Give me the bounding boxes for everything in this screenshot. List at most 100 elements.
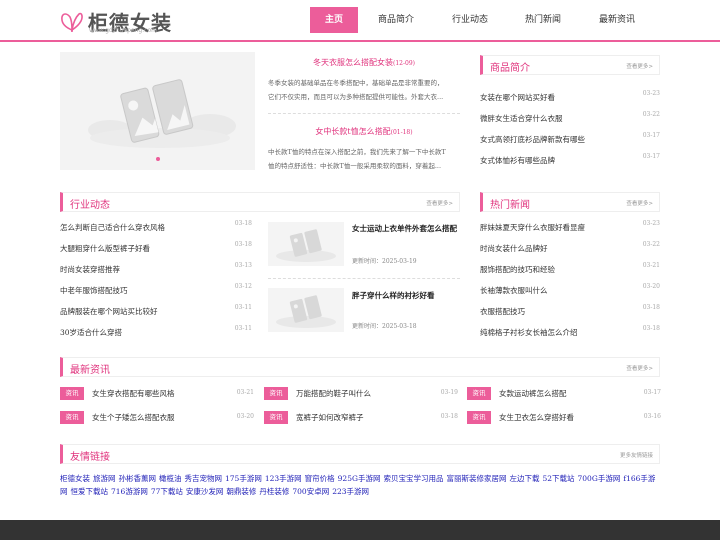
broken-image-icon — [88, 79, 236, 148]
friend-link[interactable]: 窗帘价格 — [305, 474, 335, 483]
broken-image-icon — [276, 229, 336, 262]
news-tag[interactable]: 资讯 — [264, 411, 288, 424]
industry-header: 行业动态 查看更多> — [60, 192, 460, 212]
nav-industry[interactable]: 行业动态 — [434, 7, 506, 33]
friend-link[interactable]: 700G手游网 — [578, 474, 621, 483]
article-title[interactable]: 女士运动上衣单件外套怎么搭配 — [352, 222, 460, 235]
friend-link[interactable]: 旅游网 — [93, 474, 116, 483]
list-item[interactable]: 微胖女生适合穿什么衣服 03-22 — [480, 108, 660, 129]
butterfly-icon — [61, 12, 83, 32]
news-tag[interactable]: 资讯 — [60, 387, 84, 400]
news-tag[interactable]: 资讯 — [467, 411, 491, 424]
section-title: 友情链接 — [70, 452, 110, 463]
nav-home[interactable]: 主页 — [310, 7, 358, 33]
more-link[interactable]: 查看更多> — [626, 62, 653, 70]
friend-link[interactable]: 925G手游网 — [338, 474, 381, 483]
news-tag[interactable]: 资讯 — [467, 387, 491, 400]
friend-link[interactable]: 橄榄油 — [159, 474, 182, 483]
friend-link[interactable]: 富丽斯装修家居网 — [446, 474, 506, 483]
friend-link[interactable]: 77下载站 — [151, 487, 183, 496]
feature-article[interactable]: 冬天衣服怎么搭配女装(12-09) 冬季女装的基础单品在冬季搭配中，基础单品是非… — [268, 57, 460, 104]
news-item[interactable]: 资讯 女款运动裤怎么搭配 03-17 — [467, 387, 661, 400]
section-title: 商品简介 — [490, 63, 530, 74]
news-date: 03-20 — [236, 413, 254, 420]
friend-link[interactable]: 朝鼎装修 — [226, 487, 256, 496]
news-item[interactable]: 资讯 女生卫衣怎么穿搭好看 03-16 — [467, 411, 661, 424]
list-item[interactable]: 衣服搭配技巧 03-18 — [480, 301, 660, 322]
friend-links-header: 友情链接 更多友情链接 — [60, 444, 660, 464]
feature-title[interactable]: 女中长款t恤怎么搭配(01-18) — [268, 126, 460, 137]
friend-link[interactable]: 700安卓网 — [292, 487, 329, 496]
article-title[interactable]: 胖子穿什么样的衬衫好看 — [352, 289, 460, 302]
nav-products[interactable]: 商品简介 — [358, 7, 434, 33]
site-url: www.gdzhuopeng.com — [89, 27, 157, 34]
news-title[interactable]: 万能搭配的鞋子叫什么 — [296, 388, 371, 399]
news-item[interactable]: 资讯 女生个子矮怎么搭配衣服 03-20 — [60, 411, 254, 424]
more-link[interactable]: 查看更多> — [626, 199, 653, 207]
friend-link[interactable]: 索贝宝宝学习用品 — [383, 474, 443, 483]
friend-link[interactable]: 孙彬香薰网 — [119, 474, 157, 483]
list-item[interactable]: 中老年服饰搭配技巧 03-12 — [60, 280, 252, 301]
news-date: 03-16 — [643, 413, 661, 420]
friend-link[interactable]: 柜德女装 — [60, 474, 90, 483]
friend-link[interactable]: 123手游网 — [265, 474, 302, 483]
news-date: 03-19 — [440, 389, 458, 396]
list-item[interactable]: 30岁适合什么穿搭 03-11 — [60, 322, 252, 343]
friend-link[interactable]: 秀吉宠物网 — [185, 474, 223, 483]
divider — [268, 113, 460, 114]
feature-article[interactable]: 女中长款t恤怎么搭配(01-18) 中长款T恤的特点在深入搭配之前，我们先来了解… — [268, 126, 460, 173]
list-item[interactable]: 服饰搭配的技巧和经验 03-21 — [480, 259, 660, 280]
feature-desc: 冬季女装的基础单品在冬季搭配中，基础单品是非常重要的， 它们不仅实用，而且可以为多… — [268, 79, 444, 101]
news-item[interactable]: 资讯 万能搭配的鞋子叫什么 03-19 — [264, 387, 458, 400]
friend-link[interactable]: 716游游网 — [111, 487, 148, 496]
news-date: 03-21 — [236, 389, 254, 396]
list-item[interactable]: 时尚女装什么品牌好 03-22 — [480, 238, 660, 259]
list-item[interactable]: 品牌服装在哪个网站买比较好 03-11 — [60, 301, 252, 322]
more-link[interactable]: 查看更多> — [626, 364, 653, 372]
hot-news-header: 热门新闻 查看更多> — [480, 192, 660, 212]
article-thumbnail[interactable] — [268, 288, 344, 332]
news-tag[interactable]: 资讯 — [60, 411, 84, 424]
friend-link[interactable]: 52下载站 — [542, 474, 574, 483]
list-item[interactable]: 大腿粗穿什么版型裤子好看 03-18 — [60, 238, 252, 259]
article-thumbnail[interactable] — [268, 222, 344, 266]
latest-header: 最新资讯 查看更多> — [60, 357, 660, 377]
friend-link[interactable]: 丹桂装修 — [259, 487, 289, 496]
news-tag[interactable]: 资讯 — [264, 387, 288, 400]
list-item[interactable]: 怎么判断自己适合什么穿衣风格 03-18 — [60, 217, 252, 238]
section-title: 热门新闻 — [490, 200, 530, 211]
news-title[interactable]: 女款运动裤怎么搭配 — [499, 388, 567, 399]
more-link[interactable]: 查看更多> — [426, 199, 453, 207]
news-item[interactable]: 资讯 宽裤子如何改窄裤子 03-18 — [264, 411, 458, 424]
news-title[interactable]: 女生个子矮怎么搭配衣服 — [92, 412, 175, 423]
friend-link[interactable]: 恒爱下载站 — [71, 487, 109, 496]
industry-list: 怎么判断自己适合什么穿衣风格 03-18 大腿粗穿什么版型裤子好看 03-18 时尚… — [60, 217, 252, 343]
image-slider[interactable] — [60, 52, 255, 170]
friend-link[interactable]: 左边下载 — [509, 474, 539, 483]
news-title[interactable]: 女生卫衣怎么穿搭好看 — [499, 412, 574, 423]
news-item[interactable]: 资讯 女生穿衣搭配有哪些风格 03-21 — [60, 387, 254, 400]
nav-hot-news[interactable]: 热门新闻 — [506, 7, 580, 33]
hot-news-list: 胖妹妹夏天穿什么衣服好看显瘦 03-23 时尚女装什么品牌好 03-22 服饰搭配的… — [480, 217, 660, 343]
nav-latest[interactable]: 最新资讯 — [580, 7, 654, 33]
friend-link[interactable]: 安康沙发网 — [186, 487, 224, 496]
site-footer — [0, 520, 720, 540]
friend-link[interactable]: 223手游网 — [332, 487, 369, 496]
list-item[interactable]: 女式高领打底衫品牌新款有哪些 03-17 — [480, 129, 660, 150]
feature-title[interactable]: 冬天衣服怎么搭配女装(12-09) — [268, 57, 460, 68]
list-item[interactable]: 女装在哪个网站买好看 03-23 — [480, 87, 660, 108]
list-item[interactable]: 长袖薄款衣服叫什么 03-20 — [480, 280, 660, 301]
list-item[interactable]: 时尚女装穿搭推荐 03-13 — [60, 259, 252, 280]
section-title: 行业动态 — [70, 200, 110, 211]
list-item[interactable]: 纯棉格子衬衫女长袖怎么介绍 03-18 — [480, 322, 660, 343]
divider — [268, 278, 460, 279]
list-item[interactable]: 女式体恤衫有哪些品牌 03-17 — [480, 150, 660, 171]
slider-dot[interactable] — [156, 157, 160, 161]
more-link[interactable]: 更多友情链接 — [620, 451, 653, 459]
article-date: 更新时间：2025-03-18 — [352, 323, 417, 330]
friend-link[interactable]: 175手游网 — [225, 474, 262, 483]
news-title[interactable]: 宽裤子如何改窄裤子 — [296, 412, 364, 423]
site-logo[interactable]: 柜德女装 www.gdzhuopeng.com — [60, 6, 190, 38]
list-item[interactable]: 胖妹妹夏天穿什么衣服好看显瘦 03-23 — [480, 217, 660, 238]
news-title[interactable]: 女生穿衣搭配有哪些风格 — [92, 388, 175, 399]
